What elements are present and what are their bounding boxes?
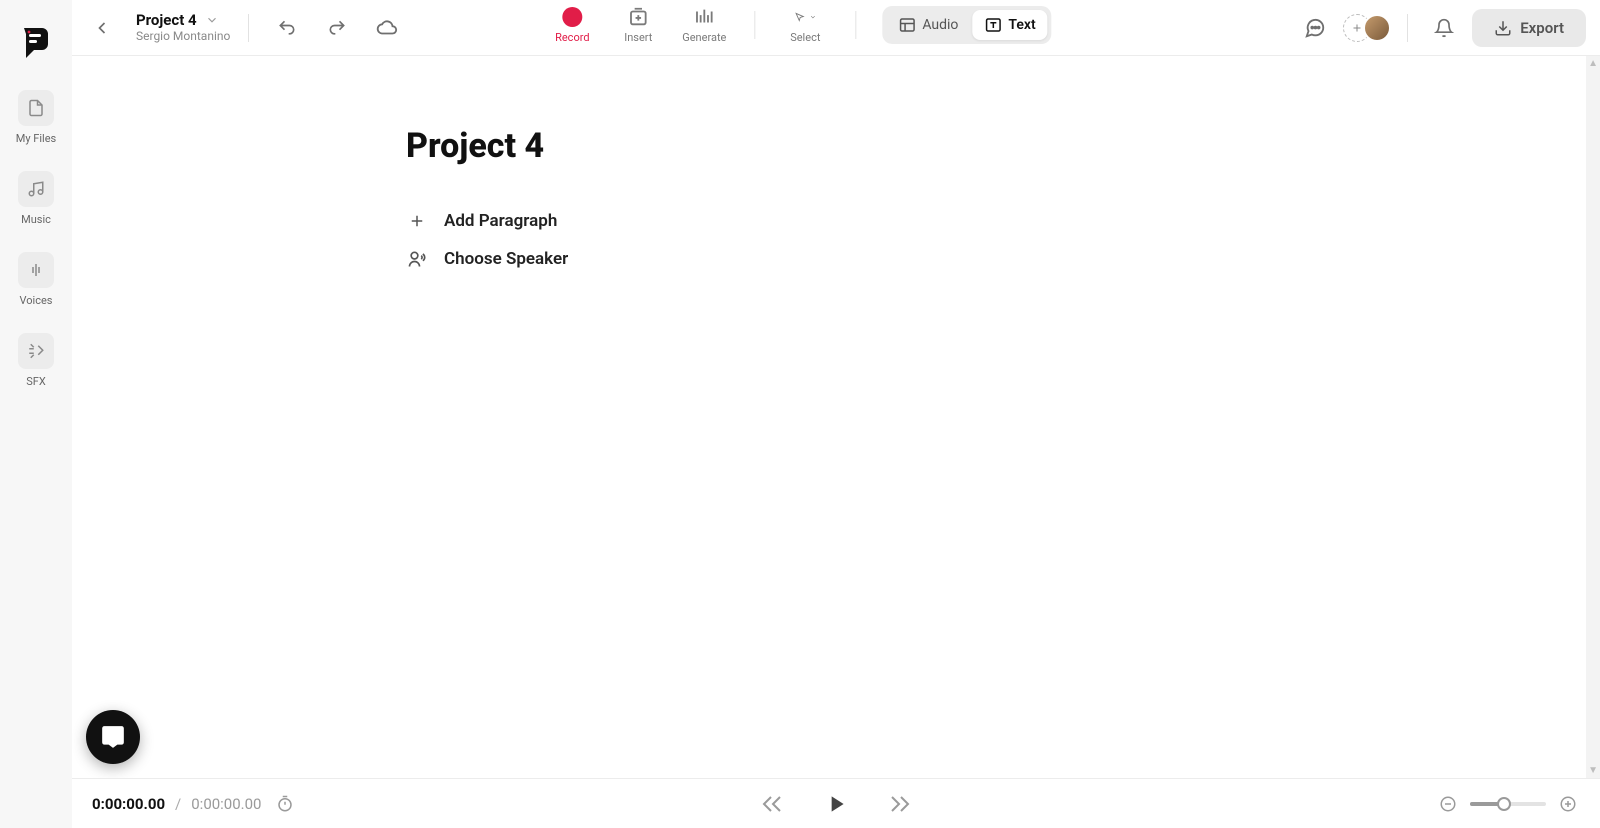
notifications-button[interactable] (1424, 8, 1464, 48)
document: Project 4 Add Paragraph Choose Speaker (386, 126, 1286, 278)
mode-label: Text (1008, 17, 1035, 33)
zoom-out-button[interactable] (1436, 792, 1460, 816)
tool-label: Insert (624, 31, 652, 44)
mode-label: Audio (922, 17, 958, 33)
tool-label: Record (555, 31, 589, 44)
play-button[interactable] (819, 787, 853, 821)
insert-button[interactable]: Insert (614, 6, 662, 44)
mode-toggle: Audio Text (882, 6, 1051, 44)
forward-button[interactable] (883, 787, 917, 821)
sidebar: My Files Music Voices SFX (0, 0, 72, 828)
waveform-icon (18, 252, 54, 288)
time-current: 0:00:00.00 (92, 795, 165, 813)
document-title[interactable]: Project 4 (406, 126, 1266, 166)
plus-icon (406, 210, 428, 232)
time-display: 0:00:00.00 / 0:00:00.00 (92, 790, 299, 818)
record-icon (562, 7, 582, 27)
divider (855, 11, 856, 39)
plus-icon (1351, 22, 1363, 34)
timer-button[interactable] (271, 790, 299, 818)
play-icon (823, 791, 849, 817)
playbar: 0:00:00.00 / 0:00:00.00 (72, 778, 1600, 828)
sidebar-item-label: My Files (16, 132, 56, 145)
speaker-icon (406, 248, 428, 270)
user-avatar[interactable] (1363, 14, 1391, 42)
generate-icon (693, 6, 715, 28)
tool-label: Generate (682, 31, 726, 44)
time-separator: / (175, 795, 181, 813)
minus-circle-icon (1439, 795, 1457, 813)
scroll-up-icon: ▲ (1588, 58, 1598, 69)
sidebar-item-sfx[interactable]: SFX (18, 333, 54, 388)
sidebar-item-my-files[interactable]: My Files (16, 90, 56, 145)
topbar: Project 4 Sergio Montanino Record (72, 0, 1600, 56)
back-button[interactable] (82, 8, 122, 48)
scrollbar[interactable]: ▲ ▼ (1586, 56, 1600, 778)
help-chat-button[interactable] (86, 710, 140, 764)
app-logo[interactable] (18, 24, 54, 64)
stopwatch-icon (276, 795, 294, 813)
choose-speaker-button[interactable]: Choose Speaker (406, 240, 1266, 278)
chevron-down-icon (809, 11, 816, 23)
download-icon (1494, 19, 1512, 37)
mode-audio[interactable]: Audio (886, 10, 970, 40)
transport-controls (755, 787, 917, 821)
zoom-controls (1436, 792, 1580, 816)
cloud-sync-button[interactable] (367, 8, 407, 48)
project-info: Project 4 Sergio Montanino (136, 12, 230, 44)
undo-button[interactable] (267, 8, 307, 48)
main-editor: Project 4 Add Paragraph Choose Speaker ▲… (72, 56, 1600, 778)
project-owner: Sergio Montanino (136, 30, 230, 43)
chevron-down-icon[interactable] (205, 13, 219, 27)
divider (1407, 14, 1408, 42)
cursor-icon (794, 6, 816, 28)
text-icon (984, 16, 1002, 34)
export-button[interactable]: Export (1472, 9, 1586, 47)
sfx-icon (18, 333, 54, 369)
divider (754, 11, 755, 39)
layout-icon (898, 16, 916, 34)
generate-button[interactable]: Generate (680, 6, 728, 44)
chevron-left-icon (92, 18, 112, 38)
sidebar-item-label: SFX (26, 375, 46, 388)
add-paragraph-button[interactable]: Add Paragraph (406, 202, 1266, 240)
tool-label: Select (790, 31, 820, 44)
menu-label: Add Paragraph (444, 211, 557, 231)
menu-label: Choose Speaker (444, 249, 568, 269)
sidebar-item-music[interactable]: Music (18, 171, 54, 226)
mode-text[interactable]: Text (972, 10, 1047, 40)
plus-circle-icon (1559, 795, 1577, 813)
zoom-in-button[interactable] (1556, 792, 1580, 816)
chat-icon (1304, 17, 1326, 39)
divider (248, 14, 249, 42)
forward-icon (888, 792, 912, 816)
record-button[interactable]: Record (548, 6, 596, 44)
zoom-slider-thumb[interactable] (1497, 797, 1511, 811)
redo-icon (327, 18, 347, 38)
sidebar-item-label: Voices (20, 294, 53, 307)
sidebar-item-voices[interactable]: Voices (18, 252, 54, 307)
select-button[interactable]: Select (781, 6, 829, 44)
redo-button[interactable] (317, 8, 357, 48)
topbar-right: Export (1295, 8, 1586, 48)
bell-icon (1434, 18, 1454, 38)
file-icon (18, 90, 54, 126)
cloud-icon (376, 17, 398, 39)
time-total: 0:00:00.00 (191, 795, 261, 813)
sidebar-item-label: Music (21, 213, 51, 226)
undo-icon (277, 18, 297, 38)
music-icon (18, 171, 54, 207)
insert-icon (627, 6, 649, 28)
project-title[interactable]: Project 4 (136, 12, 197, 29)
rewind-icon (760, 792, 784, 816)
tool-group: Record Insert Generate Select (548, 6, 1051, 44)
rewind-button[interactable] (755, 787, 789, 821)
scroll-down-icon: ▼ (1588, 765, 1598, 776)
collaborators (1343, 14, 1391, 42)
zoom-slider[interactable] (1470, 802, 1546, 806)
logo-icon (18, 24, 54, 64)
chat-bubble-icon (100, 724, 126, 750)
export-label: Export (1520, 19, 1564, 37)
comments-button[interactable] (1295, 8, 1335, 48)
